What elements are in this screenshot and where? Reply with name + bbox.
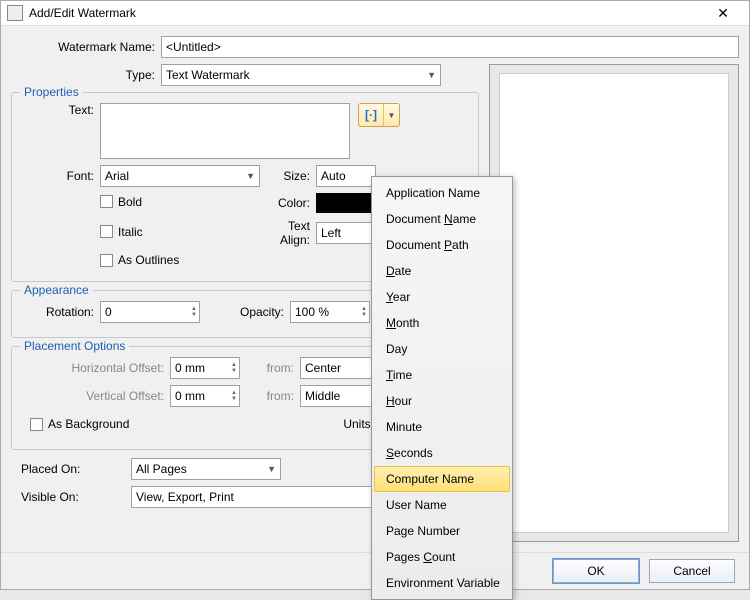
font-combo[interactable]: Arial ▼ [100, 165, 260, 187]
menu-month[interactable]: Month [374, 310, 510, 336]
size-value: Auto [321, 169, 346, 183]
properties-legend: Properties [20, 85, 83, 99]
voffset-label: Vertical Offset: [20, 389, 170, 403]
as-background-checkbox[interactable]: As Background [30, 417, 129, 431]
spinner-arrows-icon: ▲▼ [231, 390, 237, 402]
hfrom-combo[interactable]: Center [300, 357, 380, 379]
preview-panel [489, 64, 739, 542]
preview-page [499, 73, 729, 533]
size-combo[interactable]: Auto [316, 165, 376, 187]
placed-on-combo[interactable]: All Pages ▼ [131, 458, 281, 480]
macro-icon: [·] [359, 104, 383, 126]
menu-computer-name[interactable]: Computer Name [374, 466, 510, 492]
rotation-value: 0 [105, 305, 112, 319]
spinner-arrows-icon: ▲▼ [361, 306, 367, 318]
font-label: Font: [20, 169, 100, 183]
menu-year[interactable]: Year [374, 284, 510, 310]
hoffset-label: Horizontal Offset: [20, 361, 170, 375]
dialog-title: Add/Edit Watermark [29, 6, 703, 20]
dialog-window: Add/Edit Watermark ✕ Watermark Name: Typ… [0, 0, 750, 590]
italic-checkbox[interactable]: Italic [100, 225, 143, 239]
chevron-down-icon: ▼ [383, 104, 399, 126]
opacity-label: Opacity: [200, 305, 290, 319]
size-label: Size: [260, 169, 316, 183]
voffset-spinner[interactable]: 0 mm ▲▼ [170, 385, 240, 407]
app-icon [7, 5, 23, 21]
vfrom-combo[interactable]: Middle [300, 385, 380, 407]
watermark-name-label: Watermark Name: [11, 40, 161, 54]
menu-minute[interactable]: Minute [374, 414, 510, 440]
type-label: Type: [11, 68, 161, 82]
placed-on-label: Placed On: [11, 462, 131, 476]
menu-user-name[interactable]: User Name [374, 492, 510, 518]
dialog-content: Watermark Name: Type: Text Watermark ▼ P… [1, 26, 749, 552]
menu-document-path[interactable]: Document Path [374, 232, 510, 258]
rotation-label: Rotation: [20, 305, 100, 319]
text-align-label: Text Align: [260, 219, 316, 247]
hfrom-label: from: [240, 361, 300, 375]
vfrom-label: from: [240, 389, 300, 403]
menu-date[interactable]: Date [374, 258, 510, 284]
chevron-down-icon: ▼ [427, 70, 436, 80]
font-value: Arial [105, 169, 129, 183]
ok-button[interactable]: OK [553, 559, 639, 583]
visible-on-label: Visible On: [11, 490, 131, 504]
menu-env-var[interactable]: Environment Variable [374, 570, 510, 596]
rotation-spinner[interactable]: 0 ▲▼ [100, 301, 200, 323]
menu-document-name[interactable]: Document Name [374, 206, 510, 232]
type-value: Text Watermark [166, 68, 250, 82]
text-align-value: Left [321, 226, 341, 240]
spinner-arrows-icon: ▲▼ [191, 306, 197, 318]
bold-checkbox[interactable]: Bold [100, 195, 142, 209]
macro-dropdown: Application Name Document Name Document … [371, 176, 513, 600]
outlines-checkbox[interactable]: As Outlines [100, 253, 179, 267]
menu-time[interactable]: Time [374, 362, 510, 388]
menu-pages-count[interactable]: Pages Count [374, 544, 510, 570]
type-combo[interactable]: Text Watermark ▼ [161, 64, 441, 86]
menu-page-number[interactable]: Page Number [374, 518, 510, 544]
cancel-button[interactable]: Cancel [649, 559, 735, 583]
opacity-spinner[interactable]: 100 % ▲▼ [290, 301, 370, 323]
spinner-arrows-icon: ▲▼ [231, 362, 237, 374]
close-button[interactable]: ✕ [703, 2, 743, 24]
svg-text:[·]: [·] [365, 108, 377, 122]
opacity-value: 100 % [295, 305, 329, 319]
menu-seconds[interactable]: Seconds [374, 440, 510, 466]
placement-legend: Placement Options [20, 339, 129, 353]
text-input[interactable] [100, 103, 350, 159]
color-label: Color: [260, 196, 316, 210]
text-label: Text: [20, 103, 100, 117]
menu-day[interactable]: Day [374, 336, 510, 362]
titlebar: Add/Edit Watermark ✕ [1, 1, 749, 26]
menu-application-name[interactable]: Application Name [374, 180, 510, 206]
menu-hour[interactable]: Hour [374, 388, 510, 414]
watermark-name-input[interactable] [161, 36, 739, 58]
macro-split-button[interactable]: [·] ▼ [358, 103, 400, 127]
chevron-down-icon: ▼ [246, 171, 255, 181]
chevron-down-icon: ▼ [267, 464, 276, 474]
hoffset-spinner[interactable]: 0 mm ▲▼ [170, 357, 240, 379]
appearance-legend: Appearance [20, 283, 93, 297]
